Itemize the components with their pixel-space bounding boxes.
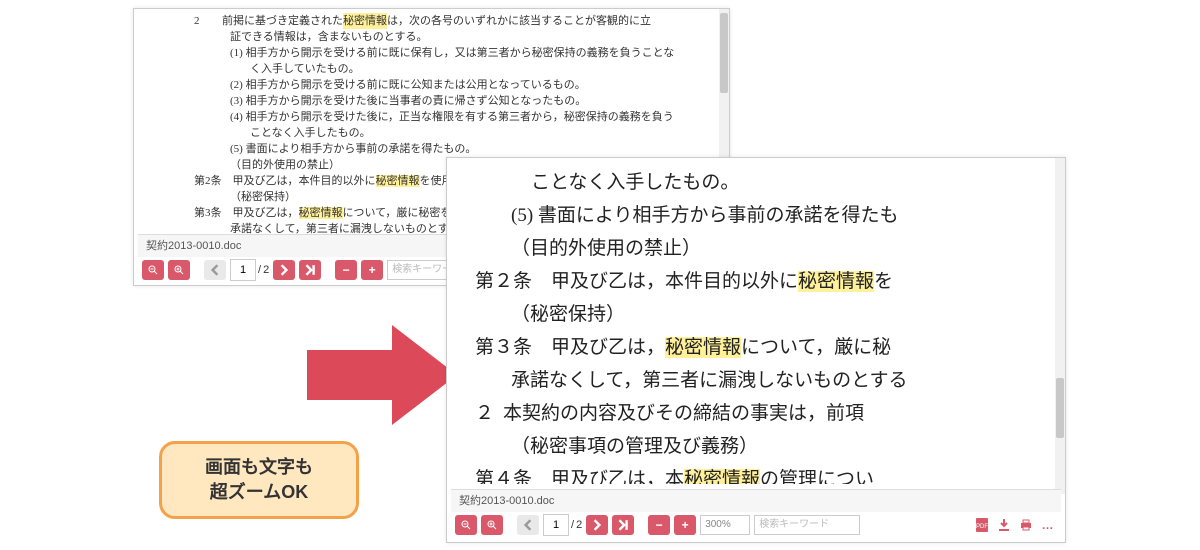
text-line: ことなく入手したもの。 <box>194 125 709 141</box>
scrollbar[interactable] <box>1055 158 1065 494</box>
text-line: 第４条 甲及び乙は，本秘密情報の管理につい <box>475 463 1055 484</box>
print-icon[interactable] <box>1017 516 1035 534</box>
last-page-button[interactable] <box>299 260 321 280</box>
zoom-out-button[interactable]: − <box>648 515 670 535</box>
more-icon[interactable]: … <box>1039 516 1057 534</box>
file-name-bar: 契約2013-0010.doc <box>451 489 1061 512</box>
highlight: 秘密情報 <box>299 207 343 219</box>
next-page-button[interactable] <box>273 260 295 280</box>
page-indicator: /2 <box>230 259 269 281</box>
page-current-input[interactable] <box>543 514 569 536</box>
arrow-icon <box>297 315 467 435</box>
highlight: 秘密情報 <box>665 337 741 358</box>
text-line: (3) 相手方から開示を受けた後に当事者の責に帰さず公知となったもの。 <box>194 93 709 109</box>
text-line: (1) 相手方から開示を受ける前に既に保有し，又は第三者から秘密保持の義務を負う… <box>194 45 709 61</box>
page-total: 2 <box>263 264 269 276</box>
zoom-in-search-icon[interactable] <box>168 260 190 280</box>
text-line: (4) 相手方から開示を受けた後に，正当な権限を有する第三者から，秘密保持の義務… <box>194 109 709 125</box>
zoom-out-button[interactable]: − <box>335 260 357 280</box>
page-total: 2 <box>576 519 582 531</box>
zoom-field[interactable]: 300% <box>700 515 750 535</box>
svg-text:PDF: PDF <box>976 524 988 530</box>
zoom-out-search-icon[interactable] <box>455 515 477 535</box>
callout-line1: 画面も文字も <box>205 455 313 480</box>
text-line: 2前掲に基づき定義された秘密情報は，次の各号のいずれかに該当することが客観的に立 <box>194 13 709 29</box>
next-page-button[interactable] <box>586 515 608 535</box>
zoom-in-button[interactable]: + <box>361 260 383 280</box>
text-line: (5) 書面により相手方から事前の承諾を得たも <box>475 199 1055 232</box>
text-line: 第２条 甲及び乙は，本件目的以外に秘密情報を <box>475 265 1055 298</box>
document-content-zoomed: ことなく入手したもの。(5) 書面により相手方から事前の承諾を得たも（目的外使用… <box>447 158 1065 484</box>
toolbar: /2 − + 300% 検索キーワード PDF … <box>451 512 1061 538</box>
highlight: 秘密情報 <box>798 271 874 292</box>
zoom-out-search-icon[interactable] <box>142 260 164 280</box>
zoom-in-search-icon[interactable] <box>481 515 503 535</box>
document-viewer-large: ことなく入手したもの。(5) 書面により相手方から事前の承諾を得たも（目的外使用… <box>446 157 1066 543</box>
highlight: 秘密情報 <box>376 175 420 187</box>
text-line: (5) 書面により相手方から事前の承諾を得たもの。 <box>194 141 709 157</box>
highlight: 秘密情報 <box>343 13 387 29</box>
page-indicator: /2 <box>543 514 582 536</box>
search-input[interactable]: 検索キーワード <box>754 515 860 535</box>
callout-bubble: 画面も文字も 超ズームOK <box>159 441 359 519</box>
text-line: ことなく入手したもの。 <box>475 166 1055 199</box>
text-line: （秘密事項の管理及び義務） <box>475 430 1055 463</box>
file-name: 契約2013-0010.doc <box>459 495 554 507</box>
text-line: （秘密保持） <box>475 298 1055 331</box>
download-icon[interactable] <box>995 516 1013 534</box>
text-line: （目的外使用の禁止） <box>475 232 1055 265</box>
last-page-button[interactable] <box>612 515 634 535</box>
prev-page-button[interactable] <box>204 260 226 280</box>
text-line: く入手していたもの。 <box>194 61 709 77</box>
text-line: 第３条 甲及び乙は，秘密情報について，厳に秘 <box>475 331 1055 364</box>
text-line: (2) 相手方から開示を受ける前に既に公知または公用となっているもの。 <box>194 77 709 93</box>
pdf-icon[interactable]: PDF <box>973 516 991 534</box>
callout-line2: 超ズームOK <box>205 480 313 505</box>
text-line: 承諾なくして，第三者に漏洩しないものとする <box>475 364 1055 397</box>
zoom-in-button[interactable]: + <box>674 515 696 535</box>
text-line: ２本契約の内容及びその締結の事実は，前項 <box>475 397 1055 430</box>
file-name: 契約2013-0010.doc <box>146 240 241 252</box>
text-line: 証できる情報は，含まないものとする。 <box>194 29 709 45</box>
prev-page-button[interactable] <box>517 515 539 535</box>
highlight: 秘密情報 <box>684 469 760 484</box>
page-current-input[interactable] <box>230 259 256 281</box>
